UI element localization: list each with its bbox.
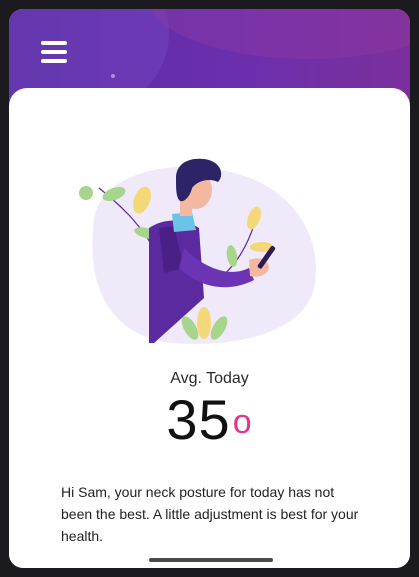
- content-card: Avg. Today 35o Hi Sam, your neck posture…: [9, 88, 410, 568]
- home-indicator[interactable]: [149, 558, 273, 562]
- angle-number: 35: [166, 388, 231, 451]
- person-using-phone-illustration: [79, 158, 316, 344]
- avg-today-label: Avg. Today: [170, 370, 249, 387]
- header-decoration: [149, 9, 410, 59]
- hamburger-menu-icon[interactable]: [41, 39, 71, 65]
- dot-indicator: [111, 74, 115, 78]
- posture-message: Hi Sam, your neck posture for today has …: [61, 484, 359, 544]
- degree-unit: o: [232, 403, 253, 441]
- posture-angle-value: 35o: [9, 388, 410, 452]
- app-screen: Avg. Today 35o Hi Sam, your neck posture…: [9, 9, 410, 568]
